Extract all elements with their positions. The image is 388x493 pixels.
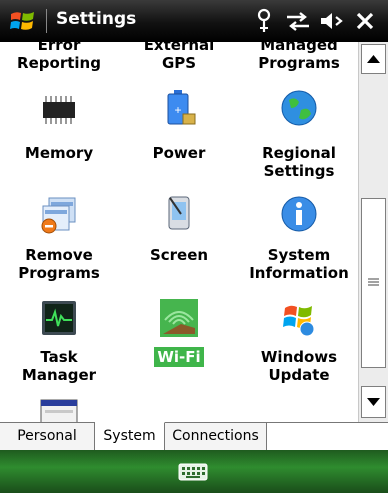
title-bar: Settings <box>0 0 388 42</box>
settings-item-label: Windows Update <box>260 348 338 384</box>
close-icon[interactable] <box>352 8 378 34</box>
info-icon <box>281 196 317 232</box>
settings-item-memory[interactable]: Memory <box>0 84 118 180</box>
settings-item-power[interactable]: + Power <box>120 84 238 180</box>
task-manager-icon <box>42 301 76 335</box>
settings-item-label: Screen <box>149 246 209 264</box>
tab-personal[interactable]: Personal <box>0 423 95 450</box>
settings-item-label: Error Reporting <box>17 42 101 72</box>
tab-connections[interactable]: Connections <box>165 423 267 450</box>
wifi-icon <box>160 299 198 337</box>
settings-item-label: Regional Settings <box>262 144 336 180</box>
windows-start-icon[interactable] <box>8 6 38 36</box>
keyboard-icon[interactable] <box>178 463 208 481</box>
settings-item-external-gps[interactable]: External GPS <box>120 42 238 80</box>
settings-grid: Error Reporting External GPS Managed Pro… <box>0 42 358 422</box>
settings-item-error-reporting[interactable]: Error Reporting <box>0 42 118 80</box>
scroll-thumb[interactable] <box>361 198 386 368</box>
settings-item-windows-update[interactable]: Windows Update <box>240 298 358 394</box>
softkey-bar <box>0 450 388 493</box>
grip-icon <box>368 278 379 286</box>
battery-icon: + <box>167 90 196 125</box>
svg-text:+: + <box>174 103 181 117</box>
arrow-down-icon <box>367 398 380 406</box>
settings-item-label: Task Manager <box>21 348 97 384</box>
antenna-icon[interactable] <box>254 8 274 34</box>
settings-item-screen[interactable]: Screen <box>120 192 238 288</box>
settings-item-remove-programs[interactable]: Remove Programs <box>0 192 118 288</box>
settings-item-label: Remove Programs <box>18 246 100 282</box>
globe-icon <box>281 90 317 126</box>
arrow-up-icon <box>367 55 380 63</box>
device-screen: Settings Error Reporting External GPS Ma… <box>0 0 388 493</box>
settings-item-label: Wi-Fi <box>120 347 238 367</box>
selected-label-highlight: Wi-Fi <box>154 347 204 367</box>
scroll-up-button[interactable] <box>361 44 386 74</box>
settings-item-label: External GPS <box>143 42 215 72</box>
settings-item-label: System Information <box>249 246 349 282</box>
settings-item-label: Managed Programs <box>258 42 340 72</box>
memory-chip-icon <box>43 96 75 124</box>
settings-item-managed-programs[interactable]: Managed Programs <box>240 42 358 80</box>
settings-item-regional-settings[interactable]: Regional Settings <box>240 84 358 180</box>
remove-programs-icon <box>41 197 76 234</box>
window-title: Settings <box>56 9 137 29</box>
partial-settings-icon <box>40 399 78 422</box>
settings-item-label: Memory <box>24 144 94 162</box>
title-separator <box>46 9 47 33</box>
settings-item-system-information[interactable]: System Information <box>240 192 358 288</box>
tab-strip: Personal System Connections <box>0 422 388 450</box>
tab-system[interactable]: System <box>95 422 165 450</box>
vertical-scrollbar[interactable] <box>358 42 388 422</box>
settings-item-wifi[interactable]: Wi-Fi <box>120 298 238 394</box>
scroll-down-button[interactable] <box>361 386 386 418</box>
screen-stylus-icon <box>168 196 190 230</box>
connectivity-icon[interactable] <box>284 8 312 34</box>
volume-icon[interactable] <box>318 8 346 34</box>
windows-update-icon <box>283 305 315 337</box>
settings-item-label: Power <box>152 144 206 162</box>
settings-item-task-manager[interactable]: Task Manager <box>0 298 118 394</box>
